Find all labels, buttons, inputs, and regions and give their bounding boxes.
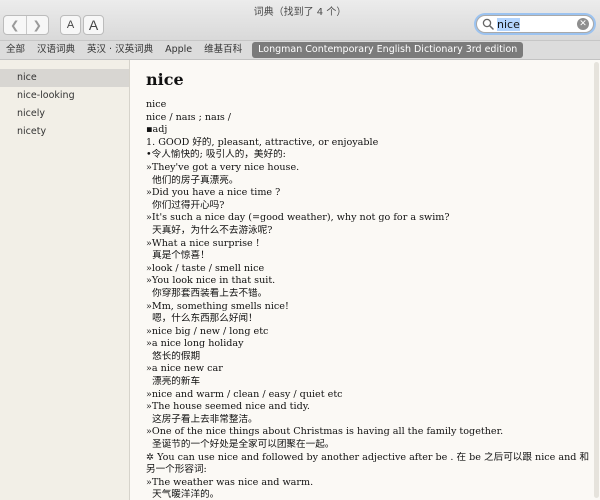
- entry-line: nice / naɪs ; naɪs /: [146, 111, 232, 123]
- results-sidebar: nice nice-looking nicely nicety: [0, 60, 130, 500]
- toolbar: 词典（找到了 4 个） ❮ ❯ A A nice ✕: [0, 0, 600, 41]
- dictionary-source-tabs: 全部 汉语词典 英汉 · 汉英词典 Apple 维基百科 Longman Contempo…: [0, 41, 600, 60]
- entry-line: nice: [146, 99, 167, 110]
- back-button[interactable]: ❮: [4, 16, 26, 34]
- sidebar-item-2[interactable]: nicely: [0, 105, 129, 123]
- entry-line: 天气暖洋洋的。: [146, 489, 220, 500]
- entry-line: 真是个惊喜！: [146, 250, 210, 262]
- entry-line: 天真好，为什么不去游泳呢?: [146, 224, 273, 236]
- entry-line: »Mm, something smells nice!: [146, 300, 289, 312]
- entry-line: 他们的房子真漂亮。: [146, 174, 239, 186]
- sidebar-item-3[interactable]: nicety: [0, 123, 129, 141]
- entry-line: »a nice long holiday: [146, 338, 244, 350]
- sidebar-item-1[interactable]: nice-looking: [0, 87, 129, 105]
- entry-line: »a nice new car: [146, 363, 223, 375]
- clear-search-button[interactable]: ✕: [577, 18, 589, 30]
- chevron-left-icon: ❮: [10, 18, 20, 32]
- entry-line: •令人愉快的; 吸引人的，美好的:: [146, 149, 286, 161]
- search-icon: [482, 18, 494, 30]
- entry-line: 你们过得开心吗?: [146, 199, 225, 211]
- entry-line: 圣诞节的一个好处是全家可以团聚在一起。: [146, 439, 335, 451]
- forward-button[interactable]: ❯: [25, 16, 49, 34]
- search-field[interactable]: nice ✕: [476, 15, 594, 33]
- entry-line: »nice big / new / long etc: [146, 325, 269, 337]
- entry-line: »Did you have a nice time ?: [146, 187, 281, 199]
- entry-line: »The weather was nice and warm.: [146, 476, 314, 488]
- entry-line: »nice and warm / clean / easy / quiet et…: [146, 388, 343, 400]
- tab-source-3[interactable]: Apple: [159, 42, 198, 58]
- tab-source-5[interactable]: Longman Contemporary English Dictionary …: [252, 42, 524, 58]
- entry-line: 另一个形容词:: [146, 464, 207, 476]
- entry-line: 嗯，什么东西那么好闻！: [146, 313, 258, 325]
- entry-line: 悠长的假期: [146, 350, 201, 362]
- search-input[interactable]: nice: [497, 18, 520, 31]
- entry-body: nice nice / naɪs ; naɪs / ▪adj 1. GOOD 好的, …: [146, 99, 596, 500]
- entry-line: »It's such a nice day (=good weather), w…: [146, 212, 450, 224]
- tab-source-2[interactable]: 英汉 · 汉英词典: [81, 42, 159, 58]
- sidebar-item-0[interactable]: nice: [0, 69, 129, 87]
- entry-line: 这房子看上去非常整洁。: [146, 413, 258, 425]
- tab-source-4[interactable]: 维基百科: [198, 42, 248, 58]
- entry-line: »They've got a very nice house.: [146, 161, 300, 173]
- entry-content: nice nice nice / naɪs ; naɪs / ▪adj 1. GOOD…: [130, 60, 600, 500]
- entry-line: 1. GOOD 好的, pleasant, attractive, or enj…: [146, 136, 379, 148]
- entry-line: »You look nice in that suit.: [146, 275, 276, 287]
- navigation-buttons: ❮ ❯: [3, 15, 49, 35]
- chevron-right-icon: ❯: [32, 18, 42, 32]
- entry-headword: nice: [146, 70, 184, 89]
- entry-line: ▪adj: [146, 124, 168, 136]
- search-input-value: nice: [497, 18, 520, 31]
- entry-line: »The house seemed nice and tidy.: [146, 401, 310, 413]
- entry-line: 你穿那套西装看上去不错。: [146, 287, 268, 299]
- entry-line: »What a nice surprise !: [146, 237, 260, 249]
- increase-font-button[interactable]: A: [83, 15, 104, 35]
- entry-line: ✲ You can use nice and followed by anoth…: [146, 451, 590, 463]
- close-icon: ✕: [579, 19, 587, 29]
- decrease-font-button[interactable]: A: [60, 15, 81, 35]
- tab-source-1[interactable]: 汉语词典: [31, 42, 81, 58]
- entry-line: »One of the nice things about Christmas …: [146, 426, 504, 438]
- tab-source-0[interactable]: 全部: [0, 42, 31, 58]
- content-scrollbar[interactable]: [593, 60, 600, 500]
- entry-line: 漂亮的新车: [146, 376, 201, 388]
- entry-line: »look / taste / smell nice: [146, 262, 265, 274]
